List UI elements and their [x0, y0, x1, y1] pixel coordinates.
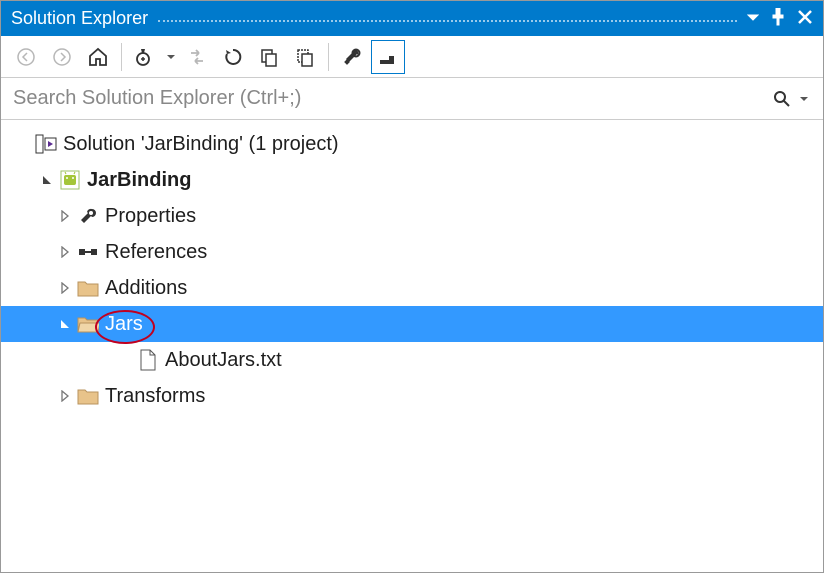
solution-tree: Solution 'JarBinding' (1 project) JarBin… [1, 120, 823, 414]
properties-node[interactable]: Properties [1, 198, 823, 234]
transforms-label: Transforms [101, 385, 205, 408]
dropdown-icon[interactable] [747, 11, 759, 27]
file-icon [135, 349, 161, 371]
refresh-button[interactable] [216, 40, 250, 74]
aboutjars-label: AboutJars.txt [161, 349, 282, 372]
aboutjars-file-node[interactable]: AboutJars.txt [1, 342, 823, 378]
scope-dropdown[interactable] [164, 52, 178, 62]
arrow-open-icon[interactable] [37, 174, 57, 186]
project-label: JarBinding [83, 169, 191, 192]
properties-label: Properties [101, 205, 196, 228]
back-button[interactable] [9, 40, 43, 74]
toolbar-separator [328, 43, 329, 71]
forward-button[interactable] [45, 40, 79, 74]
pin-icon[interactable] [771, 8, 785, 29]
solution-icon [33, 134, 59, 154]
jars-folder-node[interactable]: Jars [1, 306, 823, 342]
close-icon[interactable] [797, 9, 813, 28]
references-node[interactable]: References [1, 234, 823, 270]
scope-button[interactable] [128, 40, 162, 74]
arrow-closed-icon[interactable] [55, 210, 75, 222]
jars-label: Jars [101, 313, 143, 336]
wrench-icon [75, 206, 101, 226]
additions-label: Additions [101, 277, 187, 300]
folder-open-icon [75, 315, 101, 333]
preview-button[interactable] [371, 40, 405, 74]
android-project-icon [57, 169, 83, 191]
search-icon-button[interactable] [767, 90, 797, 108]
references-label: References [101, 241, 207, 264]
project-node[interactable]: JarBinding [1, 162, 823, 198]
references-icon [75, 244, 101, 260]
arrow-open-icon[interactable] [55, 318, 75, 330]
show-all-files-button[interactable] [288, 40, 322, 74]
folder-icon [75, 279, 101, 297]
search-bar [1, 78, 823, 120]
solution-node[interactable]: Solution 'JarBinding' (1 project) [1, 126, 823, 162]
search-input[interactable] [13, 87, 767, 110]
transforms-folder-node[interactable]: Transforms [1, 378, 823, 414]
additions-folder-node[interactable]: Additions [1, 270, 823, 306]
collapse-all-button[interactable] [252, 40, 286, 74]
solution-label: Solution 'JarBinding' (1 project) [59, 133, 339, 156]
folder-icon [75, 387, 101, 405]
panel-title: Solution Explorer [11, 8, 148, 29]
titlebar-grip [158, 20, 737, 22]
titlebar: Solution Explorer [1, 1, 823, 36]
home-button[interactable] [81, 40, 115, 74]
sync-button[interactable] [180, 40, 214, 74]
properties-button[interactable] [335, 40, 369, 74]
arrow-closed-icon[interactable] [55, 246, 75, 258]
arrow-closed-icon[interactable] [55, 282, 75, 294]
toolbar [1, 36, 823, 78]
search-dropdown[interactable] [797, 94, 811, 104]
toolbar-separator [121, 43, 122, 71]
arrow-closed-icon[interactable] [55, 390, 75, 402]
